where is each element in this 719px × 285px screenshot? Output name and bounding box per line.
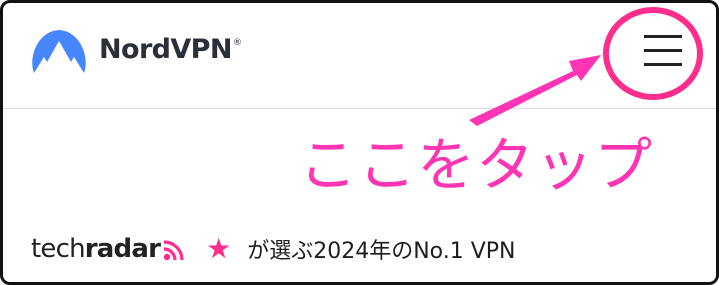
award-banner: tech radar ★ が選ぶ2024年のNo.1 VPN <box>31 229 516 269</box>
rss-feed-icon <box>163 240 184 261</box>
techradar-logo-tech: tech <box>31 234 86 264</box>
star-icon: ★ <box>206 232 232 265</box>
brand-name: NordVPN <box>99 34 232 65</box>
trademark-mark: ® <box>232 38 242 48</box>
techradar-logo: tech radar <box>31 234 184 264</box>
brand-logo-text[interactable]: NordVPN® <box>99 34 242 65</box>
nordvpn-mountain-icon[interactable] <box>30 27 88 77</box>
award-text: が選ぶ2024年のNo.1 VPN <box>247 239 516 264</box>
highlight-circle <box>603 7 703 100</box>
techradar-logo-radar: radar <box>84 234 161 264</box>
screenshot-frame: NordVPN® ここをタップ tech radar ★ が選ぶ2024年のNo.… <box>0 0 719 285</box>
tap-here-callout: ここをタップ <box>299 131 654 199</box>
